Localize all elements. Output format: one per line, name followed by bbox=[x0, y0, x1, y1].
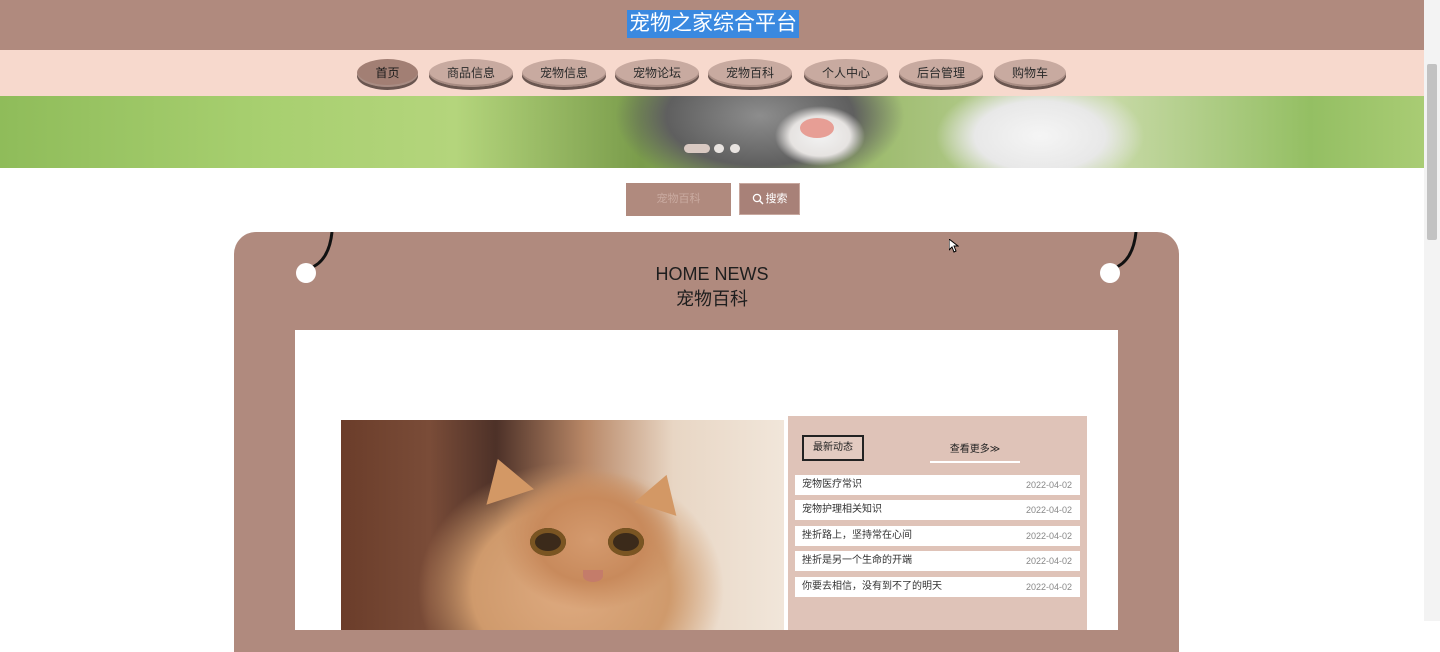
nav-item-forum[interactable]: 宠物论坛 bbox=[615, 59, 699, 87]
nav-item-pets[interactable]: 宠物信息 bbox=[522, 59, 606, 87]
banner-carousel[interactable] bbox=[0, 96, 1424, 168]
site-header: 宠物之家综合平台 bbox=[0, 0, 1424, 50]
cat-ear-right bbox=[634, 468, 688, 516]
carousel-indicators bbox=[684, 144, 744, 154]
news-date: 2022-04-02 bbox=[1025, 480, 1072, 490]
scrollbar-thumb[interactable] bbox=[1427, 64, 1437, 240]
featured-cat-photo[interactable] bbox=[341, 420, 784, 630]
nav-item-profile[interactable]: 个人中心 bbox=[804, 59, 888, 87]
news-date: 2022-04-02 bbox=[1025, 556, 1072, 566]
banner-cat-nose bbox=[800, 118, 834, 138]
news-title: 宠物护理相关知识 bbox=[802, 504, 882, 515]
search-input[interactable]: 宠物百科 bbox=[626, 183, 731, 216]
nav-item-cart[interactable]: 购物车 bbox=[994, 59, 1066, 87]
news-date: 2022-04-02 bbox=[1025, 531, 1072, 541]
section-title-cn: 宠物百科 bbox=[676, 289, 748, 309]
cat-eye-left bbox=[530, 528, 566, 556]
search-button[interactable]: 搜索 bbox=[739, 183, 800, 215]
search-icon bbox=[752, 193, 763, 205]
latest-news-box: 最新动态 查看更多≫ 宠物医疗常识 2022-04-02 宠物护理相关知识 20… bbox=[788, 416, 1087, 630]
latest-news-tag: 最新动态 bbox=[802, 435, 864, 461]
search-button-label: 搜索 bbox=[765, 193, 788, 205]
nav-item-encyclopedia[interactable]: 宠物百科 bbox=[708, 59, 792, 87]
news-list-item[interactable]: 宠物医疗常识 2022-04-02 bbox=[795, 475, 1080, 495]
site-title: 宠物之家综合平台 bbox=[627, 10, 799, 38]
news-list-item[interactable]: 挫折路上，坚持常在心间 2022-04-02 bbox=[795, 526, 1080, 546]
main-nav: 首页 商品信息 宠物信息 宠物论坛 宠物百科 个人中心 后台管理 购物车 bbox=[0, 50, 1424, 96]
news-title: 宠物医疗常识 bbox=[802, 479, 862, 490]
cat-eye-right bbox=[608, 528, 644, 556]
nav-item-home[interactable]: 首页 bbox=[357, 59, 418, 87]
news-list-item[interactable]: 宠物护理相关知识 2022-04-02 bbox=[795, 500, 1080, 520]
cat-nose bbox=[583, 570, 603, 582]
news-list-item[interactable]: 你要去相信，没有到不了的明天 2022-04-02 bbox=[795, 577, 1080, 597]
news-date: 2022-04-02 bbox=[1025, 505, 1072, 515]
news-date: 2022-04-02 bbox=[1025, 582, 1072, 592]
news-title: 你要去相信，没有到不了的明天 bbox=[802, 581, 942, 592]
mouse-cursor-icon bbox=[949, 239, 959, 253]
news-title: 挫折是另一个生命的开端 bbox=[802, 555, 912, 566]
cat-ear-left bbox=[474, 451, 534, 505]
section-title-en: HOME NEWS bbox=[655, 264, 769, 284]
carousel-dot-active[interactable] bbox=[684, 144, 710, 153]
carousel-dot[interactable] bbox=[714, 144, 724, 153]
carousel-dot[interactable] bbox=[730, 144, 740, 153]
nav-item-admin[interactable]: 后台管理 bbox=[899, 59, 983, 87]
view-more-link[interactable]: 查看更多≫ bbox=[930, 443, 1020, 463]
news-list-item[interactable]: 挫折是另一个生命的开端 2022-04-02 bbox=[795, 551, 1080, 571]
nav-item-products[interactable]: 商品信息 bbox=[429, 59, 513, 87]
news-title: 挫折路上，坚持常在心间 bbox=[802, 530, 912, 541]
